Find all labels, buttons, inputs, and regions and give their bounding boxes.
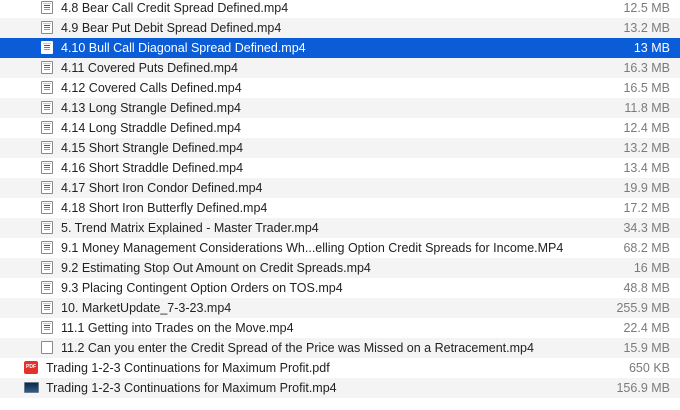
video-file-icon: [41, 241, 53, 254]
file-row[interactable]: 4.11 Covered Puts Defined.mp4 16.3 MB: [0, 58, 680, 78]
video-file-icon: [41, 1, 53, 14]
file-row[interactable]: Trading 1-2-3 Continuations for Maximum …: [0, 378, 680, 398]
blank-file-icon: [41, 341, 53, 354]
file-row[interactable]: 4.8 Bear Call Credit Spread Defined.mp4 1…: [0, 0, 680, 18]
file-name: 11.1 Getting into Trades on the Move.mp4: [61, 321, 294, 335]
video-file-icon: [41, 41, 53, 54]
video-file-icon: [41, 301, 53, 314]
file-size: 16 MB: [633, 261, 670, 275]
file-name: 9.3 Placing Contingent Option Orders on …: [61, 281, 343, 295]
file-row[interactable]: 4.13 Long Strangle Defined.mp4 11.8 MB: [0, 98, 680, 118]
file-row[interactable]: 9.3 Placing Contingent Option Orders on …: [0, 278, 680, 298]
file-size: 12.5 MB: [623, 1, 670, 15]
file-row[interactable]: 4.18 Short Iron Butterfly Defined.mp4 17.…: [0, 198, 680, 218]
file-row[interactable]: PDF Trading 1-2-3 Continuations for Maxim…: [0, 358, 680, 378]
file-size: 68.2 MB: [623, 241, 670, 255]
file-name: 4.16 Short Straddle Defined.mp4: [61, 161, 244, 175]
video-file-icon: [41, 121, 53, 134]
video-file-icon: [41, 61, 53, 74]
file-list: 4.8 Bear Call Credit Spread Defined.mp4 1…: [0, 0, 680, 410]
file-size: 11.8 MB: [624, 101, 670, 115]
video-file-icon: [41, 221, 53, 234]
file-size: 650 KB: [628, 361, 670, 375]
file-size: 13.2 MB: [623, 21, 670, 35]
file-name: Trading 1-2-3 Continuations for Maximum …: [46, 381, 337, 395]
file-name: 9.1 Money Management Considerations Wh..…: [61, 241, 564, 255]
file-row[interactable]: 4.16 Short Straddle Defined.mp4 13.4 MB: [0, 158, 680, 178]
file-name: 4.14 Long Straddle Defined.mp4: [61, 121, 241, 135]
file-name: 4.10 Bull Call Diagonal Spread Defined.m…: [61, 41, 306, 55]
file-name: 4.9 Bear Put Debit Spread Defined.mp4: [61, 21, 282, 35]
file-name: Trading 1-2-3 Continuations for Maximum …: [46, 361, 330, 375]
video-file-icon: [41, 161, 53, 174]
file-name: 4.18 Short Iron Butterfly Defined.mp4: [61, 201, 268, 215]
file-name: 4.11 Covered Puts Defined.mp4: [61, 61, 238, 75]
file-row[interactable]: 4.9 Bear Put Debit Spread Defined.mp4 13.…: [0, 18, 680, 38]
file-name: 5. Trend Matrix Explained - Master Trade…: [61, 221, 319, 235]
file-size: 34.3 MB: [623, 221, 670, 235]
file-name: 4.17 Short Iron Condor Defined.mp4: [61, 181, 263, 195]
file-row[interactable]: 4.14 Long Straddle Defined.mp4 12.4 MB: [0, 118, 680, 138]
file-row[interactable]: 4.10 Bull Call Diagonal Spread Defined.m…: [0, 38, 680, 58]
file-size: 156.9 MB: [616, 381, 670, 395]
file-row[interactable]: 9.1 Money Management Considerations Wh..…: [0, 238, 680, 258]
file-name: 9.2 Estimating Stop Out Amount on Credit…: [61, 261, 371, 275]
file-size: 19.9 MB: [623, 181, 670, 195]
file-row[interactable]: 4.17 Short Iron Condor Defined.mp4 19.9 M…: [0, 178, 680, 198]
file-size: 15.9 MB: [623, 341, 670, 355]
file-row[interactable]: 4.15 Short Strangle Defined.mp4 13.2 MB: [0, 138, 680, 158]
file-size: 48.8 MB: [623, 281, 670, 295]
video-file-icon: [41, 201, 53, 214]
file-size: 22.4 MB: [623, 321, 670, 335]
file-size: 17.2 MB: [623, 201, 670, 215]
file-name: 4.12 Covered Calls Defined.mp4: [61, 81, 242, 95]
file-name: 4.15 Short Strangle Defined.mp4: [61, 141, 244, 155]
file-size: 16.3 MB: [623, 61, 670, 75]
pdf-file-icon: PDF: [24, 361, 38, 374]
file-row[interactable]: 4.12 Covered Calls Defined.mp4 16.5 MB: [0, 78, 680, 98]
file-size: 13.4 MB: [623, 161, 670, 175]
file-size: 12.4 MB: [623, 121, 670, 135]
file-name: 10. MarketUpdate_7-3-23.mp4: [61, 301, 232, 315]
video-file-icon: [41, 181, 53, 194]
video-file-icon: [41, 21, 53, 34]
file-size: 13 MB: [633, 41, 670, 55]
video-thumbnail-icon: [24, 382, 39, 393]
file-size: 16.5 MB: [623, 81, 670, 95]
file-row[interactable]: 5. Trend Matrix Explained - Master Trade…: [0, 218, 680, 238]
video-file-icon: [41, 261, 53, 274]
file-name: 11.2 Can you enter the Credit Spread of …: [61, 341, 534, 355]
video-file-icon: [41, 281, 53, 294]
file-size: 13.2 MB: [623, 141, 670, 155]
video-file-icon: [41, 81, 53, 94]
file-row[interactable]: 11.2 Can you enter the Credit Spread of …: [0, 338, 680, 358]
file-name: 4.13 Long Strangle Defined.mp4: [61, 101, 241, 115]
file-name: 4.8 Bear Call Credit Spread Defined.mp4: [61, 1, 289, 15]
video-file-icon: [41, 321, 53, 334]
file-row[interactable]: 11.1 Getting into Trades on the Move.mp4…: [0, 318, 680, 338]
video-file-icon: [41, 101, 53, 114]
file-row[interactable]: 9.2 Estimating Stop Out Amount on Credit…: [0, 258, 680, 278]
video-file-icon: [41, 141, 53, 154]
file-row[interactable]: 10. MarketUpdate_7-3-23.mp4 255.9 MB: [0, 298, 680, 318]
file-size: 255.9 MB: [616, 301, 670, 315]
